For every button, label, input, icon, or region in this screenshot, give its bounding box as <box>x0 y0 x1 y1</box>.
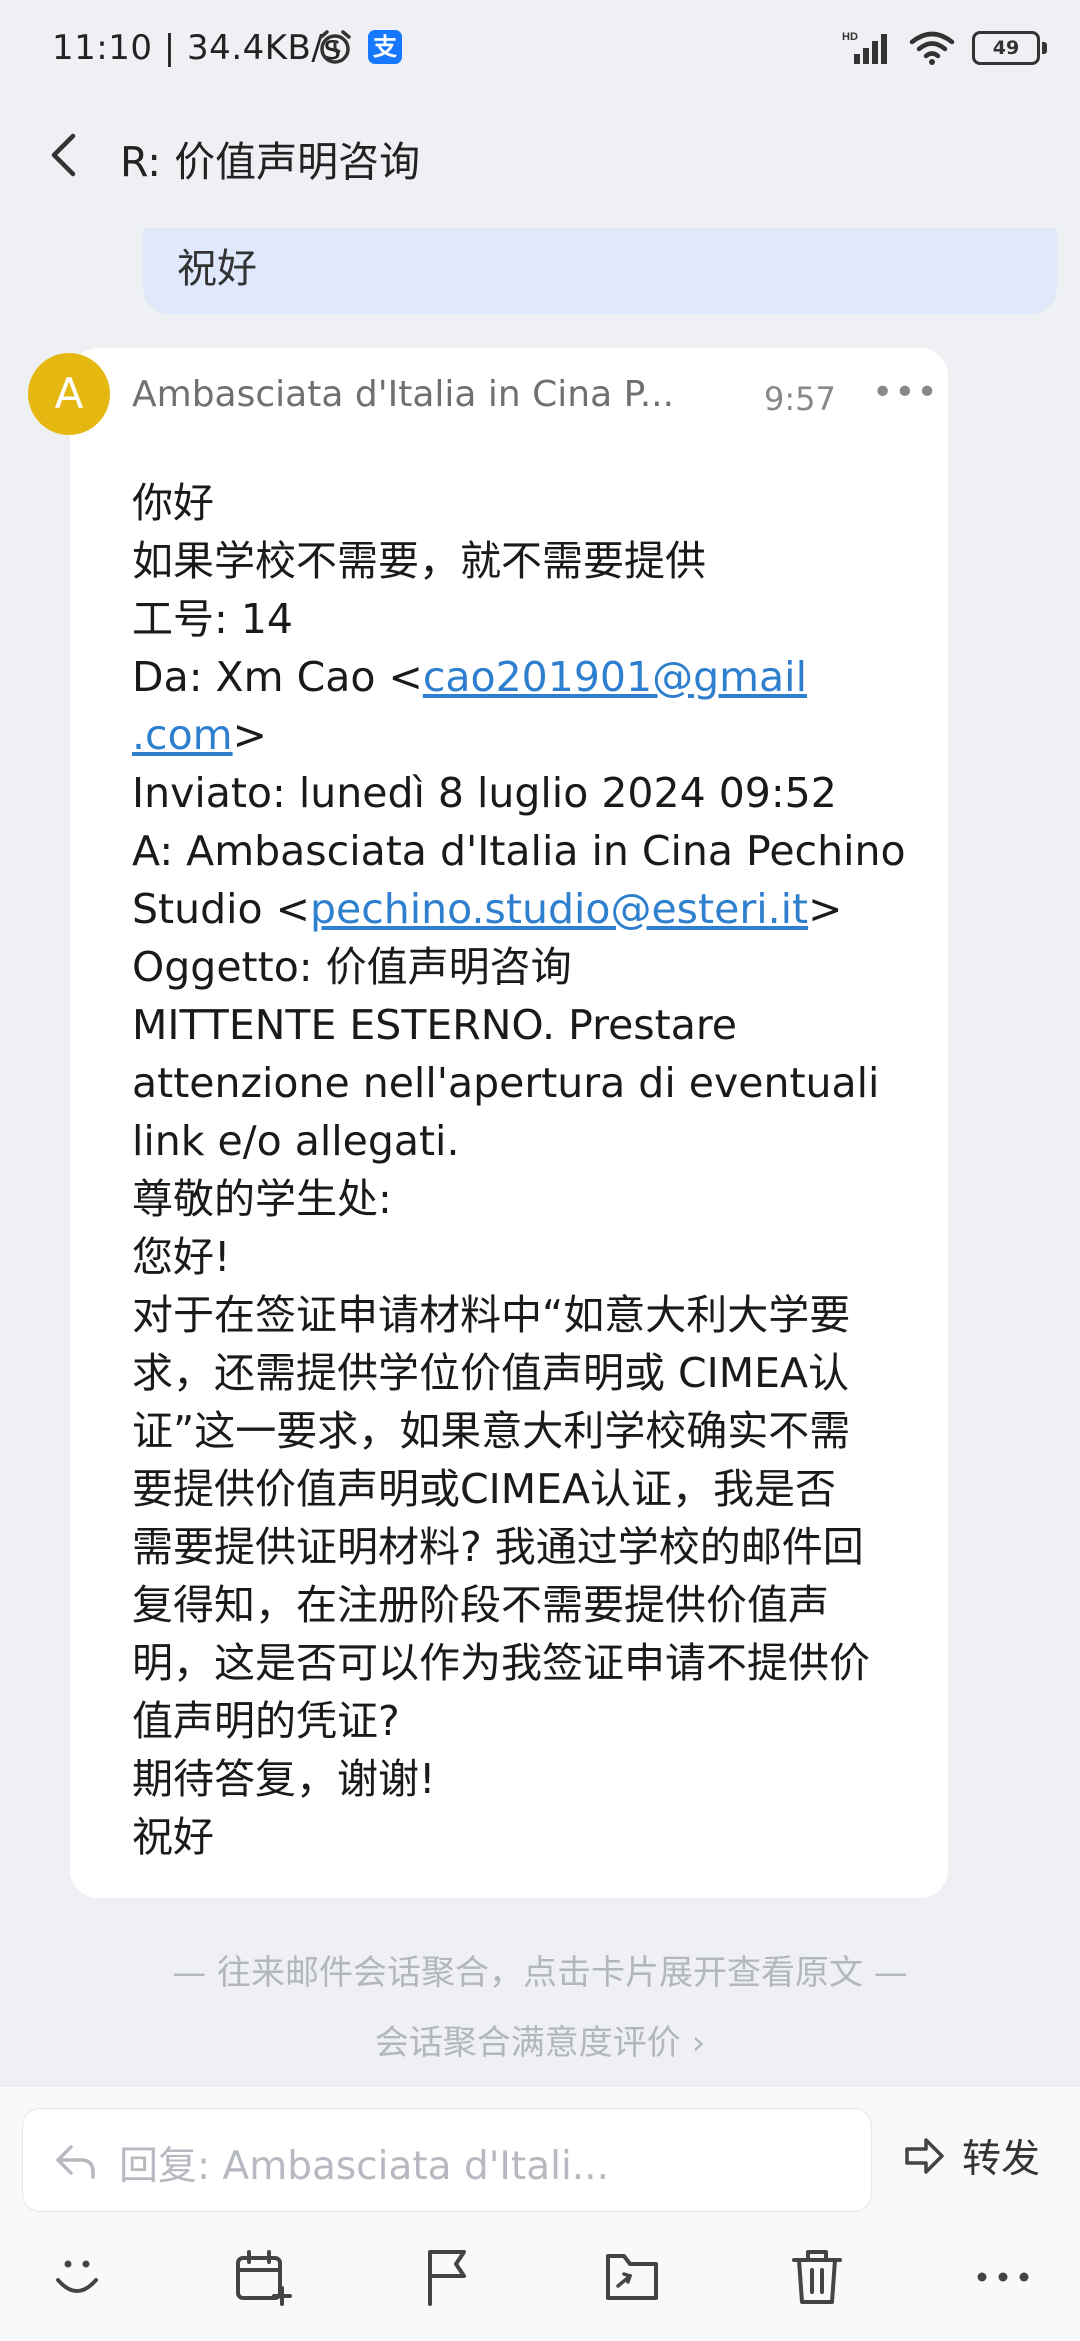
body-line: 祝好 <box>132 1813 214 1861</box>
body-line: .com> <box>132 706 932 764</box>
body-line: 明，这是否可以作为我签证申请不提供价 <box>132 1639 870 1687</box>
previous-message-card[interactable]: 祝好 <box>143 228 1057 314</box>
alarm-icon <box>319 30 351 64</box>
forward-icon <box>905 2138 944 2174</box>
mail-time: 9:57 <box>764 380 836 418</box>
trash-icon[interactable] <box>786 2246 848 2308</box>
body-line: MITTENTE ESTERNO. Prestare <box>132 1001 738 1049</box>
move-folder-icon[interactable] <box>600 2246 662 2308</box>
body-line: Inviato: lunedì 8 luglio 2024 09:52 <box>132 769 837 817</box>
alipay-icon: 支 <box>368 30 402 64</box>
body-line: A: Ambasciata d'Italia in Cina Pechino <box>132 827 906 875</box>
mail-body: 你好 如果学校不需要，就不需要提供 工号: 14 Da: Xm Cao <cao… <box>132 474 932 1866</box>
body-line: link e/o allegati. <box>132 1117 460 1165</box>
status-bar: 11:10 | 34.4KB/s 支 HD 49 <box>0 0 1080 95</box>
toolbar <box>0 2246 1080 2326</box>
reply-placeholder: 回复: Ambasciata d'Itali... <box>119 2144 609 2189</box>
app-header: R: 价值声明咨询 <box>0 110 1080 200</box>
reply-icon <box>56 2145 95 2179</box>
previous-message-text: 祝好 <box>177 246 257 292</box>
signal-icon: HD <box>842 31 887 64</box>
da-prefix: Da: Xm Cao < <box>132 653 423 701</box>
body-line: 如果学校不需要，就不需要提供 <box>132 537 706 585</box>
body-line: attenzione nell'apertura di eventuali <box>132 1059 880 1107</box>
body-line: 求，还需提供学位价值声明或 CIMEA认 <box>132 1349 850 1397</box>
mail-card[interactable]: Ambasciata d'Italia in Cina P... 9:57 ••… <box>70 348 948 1898</box>
forward-label: 转发 <box>962 2137 1041 2182</box>
body-line: 需要提供证明材料? 我通过学校的邮件回 <box>132 1523 864 1571</box>
battery-icon: 49 <box>972 31 1047 65</box>
more-options-button[interactable]: ••• <box>872 372 939 413</box>
network-type: HD <box>842 31 858 43</box>
smile-icon[interactable] <box>46 2246 108 2308</box>
avatar[interactable]: A <box>28 353 110 435</box>
body-line: 你好 <box>132 479 214 527</box>
calendar-add-icon[interactable] <box>232 2246 294 2308</box>
flag-icon[interactable] <box>418 2246 480 2308</box>
rating-link[interactable]: 会话聚合满意度评价 › <box>0 2015 1080 2064</box>
body-line: 您好! <box>132 1233 231 1281</box>
studio-suffix: > <box>808 885 843 933</box>
body-line: 要提供价值声明或CIMEA认证，我是否 <box>132 1465 837 1513</box>
email-link[interactable]: pechino.studio@esteri.it <box>310 885 808 933</box>
more-icon[interactable] <box>972 2246 1034 2308</box>
body-line: Studio <pechino.studio@esteri.it> <box>132 880 932 938</box>
body-line: 值声明的凭证? <box>132 1697 400 1745</box>
status-time: 11:10 | 34.4KB/s <box>52 28 342 68</box>
forward-button[interactable]: 转发 <box>902 2126 1040 2186</box>
email-link[interactable]: .com <box>132 711 233 759</box>
body-line: Oggetto: 价值声明咨询 <box>132 943 572 991</box>
conversation-hint: — 往来邮件会话聚合，点击卡片展开查看原文 — <box>172 1953 908 1993</box>
email-link[interactable]: cao201901@gmail <box>423 653 807 701</box>
da-suffix: > <box>232 711 267 759</box>
studio-prefix: Studio < <box>132 885 310 933</box>
status-right: HD 49 <box>840 26 1047 70</box>
wifi-icon <box>909 31 955 65</box>
body-line: 期待答复，谢谢! <box>132 1755 436 1803</box>
body-line: 证”这一要求，如果意大利学校确实不需 <box>132 1407 851 1455</box>
body-line: 尊敬的学生处: <box>132 1175 392 1223</box>
body-line: 工号: 14 <box>132 595 294 643</box>
reply-input[interactable]: 回复: Ambasciata d'Itali... <box>22 2108 872 2212</box>
back-button[interactable] <box>40 130 90 180</box>
body-line: Da: Xm Cao <cao201901@gmail <box>132 648 932 706</box>
body-line: 复得知，在注册阶段不需要提供价值声 <box>132 1581 829 1629</box>
page-title: R: 价值声明咨询 <box>120 138 421 186</box>
body-line: 对于在签证申请材料中“如意大利大学要 <box>132 1291 851 1339</box>
sender-name: Ambasciata d'Italia in Cina P... <box>132 374 675 415</box>
bottom-bar: 回复: Ambasciata d'Itali... 转发 <box>0 2085 1080 2341</box>
